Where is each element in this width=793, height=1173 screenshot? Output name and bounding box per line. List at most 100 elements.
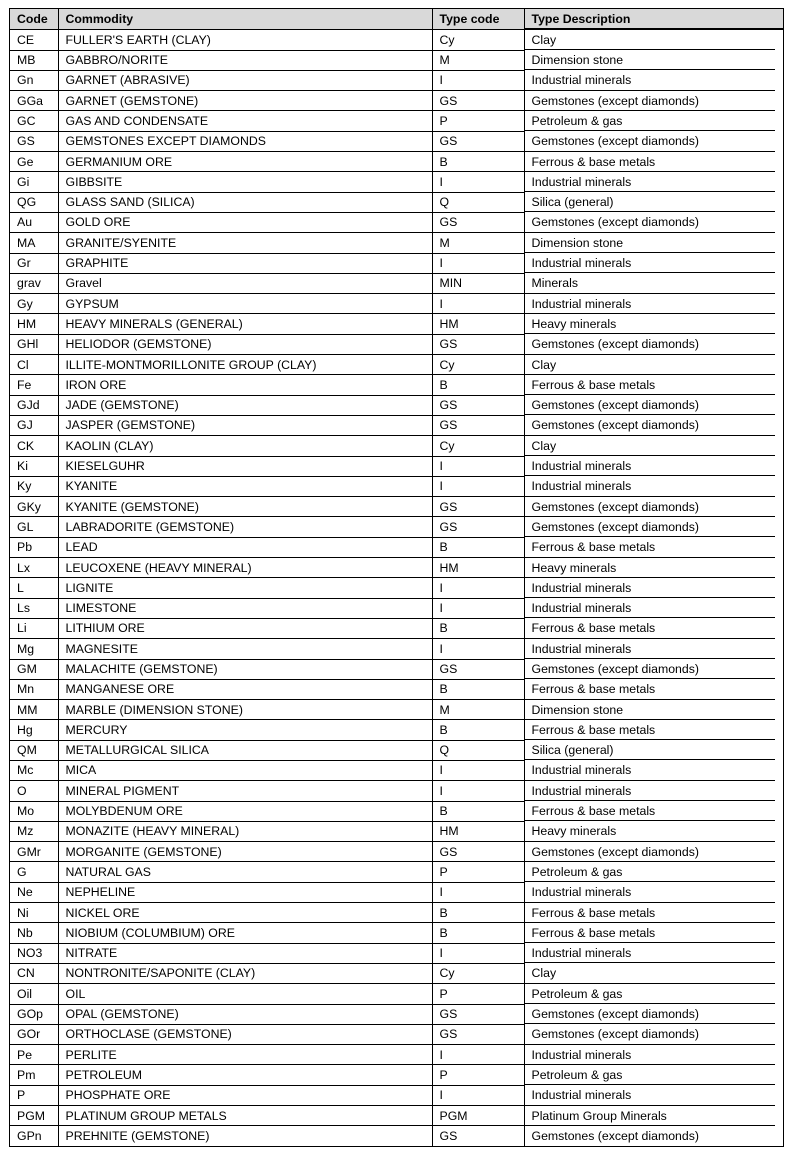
table-row: L LIGNITE I Industrial minerals bbox=[10, 577, 783, 599]
cell-code: O bbox=[10, 780, 58, 802]
table-row: Ki KIESELGUHR I Industrial minerals bbox=[10, 456, 783, 477]
cell-commodity: LEAD bbox=[57, 537, 432, 559]
cell-commodity: GYPSUM bbox=[57, 293, 432, 315]
cell-code: GMr bbox=[10, 841, 58, 863]
cell-commodity: KYANITE bbox=[57, 476, 432, 498]
cell-type-code: GS bbox=[431, 212, 524, 234]
cell-type-description: Gemstones (except diamonds) bbox=[523, 659, 783, 680]
table-row: GM MALACHITE (GEMSTONE) GS Gemstones (excep… bbox=[10, 659, 783, 680]
cell-code: Mc bbox=[10, 760, 58, 782]
cell-type-code: Q bbox=[431, 740, 524, 761]
cell-code: GKy bbox=[10, 496, 58, 518]
cell-commodity: NITRATE bbox=[57, 943, 432, 964]
cell-type-code: B bbox=[431, 679, 524, 701]
table-row: HM HEAVY MINERALS (GENERAL) HM Heavy minera… bbox=[10, 313, 783, 335]
cell-type-code: I bbox=[431, 882, 524, 904]
table-row: Ni NICKEL ORE B Ferrous & base metals bbox=[10, 902, 783, 924]
table-row: QG GLASS SAND (SILICA) Q Silica (general) bbox=[10, 192, 783, 213]
cell-commodity: NONTRONITE/SAPONITE (CLAY) bbox=[57, 963, 432, 985]
cell-type-description: Clay bbox=[523, 354, 783, 375]
cell-type-code: I bbox=[431, 293, 524, 315]
cell-code: QG bbox=[10, 192, 58, 213]
cell-code: Gr bbox=[10, 253, 58, 274]
cell-type-code: HM bbox=[431, 557, 524, 579]
cell-type-code: B bbox=[431, 618, 524, 640]
cell-type-code: P bbox=[431, 983, 524, 1005]
cell-code: PGM bbox=[10, 1105, 58, 1127]
cell-type-description: Gemstones (except diamonds) bbox=[523, 1024, 783, 1045]
table-row: Pb LEAD B Ferrous & base metals bbox=[10, 537, 783, 559]
cell-type-description: Ferrous & base metals bbox=[523, 801, 783, 822]
cell-code: Mz bbox=[10, 821, 58, 843]
column-header-type-description: Type Description bbox=[523, 9, 783, 30]
cell-type-description: Gemstones (except diamonds) bbox=[523, 841, 783, 862]
cell-code: Ky bbox=[10, 476, 58, 498]
cell-code: P bbox=[10, 1085, 58, 1107]
cell-code: GHl bbox=[10, 334, 58, 356]
cell-type-description: Dimension stone bbox=[523, 50, 783, 71]
cell-commodity: PETROLEUM bbox=[57, 1064, 432, 1086]
cell-type-code: B bbox=[431, 537, 524, 559]
cell-type-code: GS bbox=[431, 496, 524, 518]
cell-type-description: Heavy minerals bbox=[523, 557, 783, 578]
table-row: CN NONTRONITE/SAPONITE (CLAY) Cy Clay bbox=[10, 963, 783, 985]
table-row: Ky KYANITE I Industrial minerals bbox=[10, 476, 783, 498]
cell-commodity: GAS AND CONDENSATE bbox=[57, 110, 432, 132]
document-page: Code Commodity Type code Type Descriptio… bbox=[0, 0, 793, 1173]
table-row: Mo MOLYBDENUM ORE B Ferrous & base metals bbox=[10, 801, 783, 822]
cell-type-description: Ferrous & base metals bbox=[523, 922, 783, 944]
table-row: Gi GIBBSITE I Industrial minerals bbox=[10, 171, 783, 193]
cell-type-description: Industrial minerals bbox=[523, 253, 783, 274]
cell-type-code: I bbox=[431, 171, 524, 193]
cell-commodity: HELIODOR (GEMSTONE) bbox=[57, 334, 432, 356]
column-header-commodity: Commodity bbox=[57, 9, 432, 31]
cell-type-description: Ferrous & base metals bbox=[523, 679, 783, 700]
cell-code: GS bbox=[10, 131, 58, 153]
cell-commodity: PHOSPHATE ORE bbox=[57, 1085, 432, 1107]
table-row: O MINERAL PIGMENT I Industrial minerals bbox=[10, 780, 783, 802]
cell-type-code: I bbox=[431, 638, 524, 660]
cell-type-code: P bbox=[431, 1064, 524, 1086]
table-row: GOr ORTHOCLASE (GEMSTONE) GS Gemstones (exc… bbox=[10, 1024, 783, 1046]
cell-type-description: Gemstones (except diamonds) bbox=[523, 334, 783, 355]
cell-commodity: GARNET (GEMSTONE) bbox=[57, 90, 432, 112]
table-row: Au GOLD ORE GS Gemstones (except diamonds) bbox=[10, 212, 783, 234]
cell-type-description: Industrial minerals bbox=[523, 456, 783, 477]
table-row: Ls LIMESTONE I Industrial minerals bbox=[10, 598, 783, 619]
cell-commodity: ORTHOCLASE (GEMSTONE) bbox=[57, 1024, 432, 1046]
cell-type-description: Gemstones (except diamonds) bbox=[523, 1004, 783, 1025]
cell-type-code: MIN bbox=[431, 273, 524, 295]
table-row: P PHOSPHATE ORE I Industrial minerals bbox=[10, 1085, 783, 1107]
cell-commodity: JASPER (GEMSTONE) bbox=[57, 415, 432, 437]
cell-type-code: B bbox=[431, 801, 524, 822]
cell-type-code: I bbox=[431, 253, 524, 274]
cell-code: MM bbox=[10, 699, 58, 721]
cell-type-description: Dimension stone bbox=[523, 232, 783, 254]
cell-type-description: Ferrous & base metals bbox=[523, 537, 783, 558]
cell-code: QM bbox=[10, 740, 58, 761]
cell-type-code: B bbox=[431, 922, 524, 944]
table-row: GL LABRADORITE (GEMSTONE) GS Gemstones (exc… bbox=[10, 516, 783, 538]
table-row: GOp OPAL (GEMSTONE) GS Gemstones (except di… bbox=[10, 1004, 783, 1025]
cell-type-description: Platinum Group Minerals bbox=[523, 1105, 783, 1126]
cell-type-description: Gemstones (except diamonds) bbox=[523, 90, 783, 111]
cell-code: Ki bbox=[10, 456, 58, 477]
cell-commodity: NICKEL ORE bbox=[57, 902, 432, 924]
table-row: GGa GARNET (GEMSTONE) GS Gemstones (except … bbox=[10, 90, 783, 112]
cell-type-code: GS bbox=[431, 1024, 524, 1046]
cell-code: NO3 bbox=[10, 943, 58, 964]
table-row: Fe IRON ORE B Ferrous & base metals bbox=[10, 374, 783, 396]
table-row: Mn MANGANESE ORE B Ferrous & base metals bbox=[10, 679, 783, 701]
cell-commodity: KYANITE (GEMSTONE) bbox=[57, 496, 432, 518]
cell-code: Mn bbox=[10, 679, 58, 701]
cell-type-description: Industrial minerals bbox=[523, 293, 783, 314]
cell-type-code: P bbox=[431, 110, 524, 132]
cell-code: Cl bbox=[10, 354, 58, 376]
cell-commodity: GRAPHITE bbox=[57, 253, 432, 274]
cell-code: Ne bbox=[10, 882, 58, 904]
cell-code: Pe bbox=[10, 1044, 58, 1066]
cell-code: Fe bbox=[10, 374, 58, 396]
cell-commodity: GERMANIUM ORE bbox=[57, 151, 432, 173]
cell-code: Au bbox=[10, 212, 58, 234]
cell-type-code: Q bbox=[431, 192, 524, 213]
